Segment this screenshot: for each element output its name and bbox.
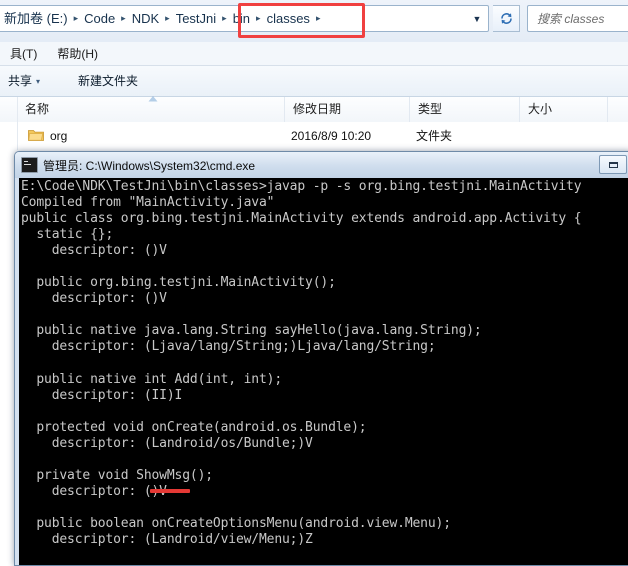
share-label: 共享 [8, 74, 33, 88]
menu-bar: 具(T) 帮助(H) [0, 42, 628, 66]
descriptor-underline-annotation [150, 489, 190, 493]
column-header-modified[interactable]: 修改日期 [285, 97, 410, 122]
chevron-down-icon: ▾ [36, 77, 41, 86]
sort-ascending-icon [148, 96, 158, 102]
menu-item-tools[interactable]: 具(T) [0, 42, 47, 66]
table-row[interactable]: org 2016/8/9 10:20 文件夹 [0, 122, 628, 150]
breadcrumb-item-bin[interactable]: bin [228, 6, 255, 31]
share-button[interactable]: 共享 ▾ [0, 66, 48, 96]
breadcrumb-item-code[interactable]: Code [79, 6, 120, 31]
restore-icon [609, 162, 618, 168]
command-toolbar: 共享 ▾ 新建文件夹 [0, 66, 628, 97]
restore-button[interactable] [599, 155, 627, 174]
cmd-title-bar[interactable]: 管理员: C:\Windows\System32\cmd.exe [15, 152, 628, 178]
breadcrumb-item-testjni[interactable]: TestJni [171, 6, 221, 31]
file-type-cell: 文件夹 [416, 129, 453, 143]
search-placeholder: 搜索 classes [537, 12, 605, 26]
breadcrumb-item-classes[interactable]: classes [262, 6, 315, 31]
file-name-cell: org [50, 129, 68, 143]
folder-icon [28, 130, 44, 141]
menu-item-help[interactable]: 帮助(H) [47, 42, 108, 66]
cmd-title-text: 管理员: C:\Windows\System32\cmd.exe [43, 158, 256, 173]
address-bar-row: 新加卷 (E:) ▸ Code ▸ NDK ▸ TestJni ▸ bin ▸ … [0, 0, 628, 42]
column-header-size[interactable]: 大小 [520, 97, 608, 122]
breadcrumb-item-drive[interactable]: 新加卷 (E:) [0, 6, 73, 31]
file-modified-cell: 2016/8/9 10:20 [291, 129, 372, 143]
refresh-icon [500, 13, 512, 24]
console-icon [21, 157, 38, 173]
search-input[interactable]: 搜索 classes [527, 5, 628, 32]
address-dropdown-icon[interactable]: ▼ [470, 12, 484, 26]
breadcrumb-separator-icon[interactable]: ▸ [315, 6, 322, 31]
column-header-type[interactable]: 类型 [410, 97, 520, 122]
new-folder-button[interactable]: 新建文件夹 [70, 66, 146, 96]
breadcrumb: 新加卷 (E:) ▸ Code ▸ NDK ▸ TestJni ▸ bin ▸ … [0, 6, 321, 31]
refresh-button[interactable] [493, 5, 520, 32]
window-controls [599, 155, 628, 174]
console-text: E:\Code\NDK\TestJni\bin\classes>javap -p… [21, 179, 582, 565]
pane-divider [17, 97, 18, 150]
address-bar[interactable]: 新加卷 (E:) ▸ Code ▸ NDK ▸ TestJni ▸ bin ▸ … [0, 5, 489, 32]
command-prompt-window[interactable]: 管理员: C:\Windows\System32\cmd.exe E:\Code… [14, 151, 628, 566]
console-output-area[interactable]: E:\Code\NDK\TestJni\bin\classes>javap -p… [19, 178, 628, 565]
breadcrumb-item-ndk[interactable]: NDK [127, 6, 164, 31]
column-header-row: 名称 修改日期 类型 大小 [0, 97, 628, 123]
